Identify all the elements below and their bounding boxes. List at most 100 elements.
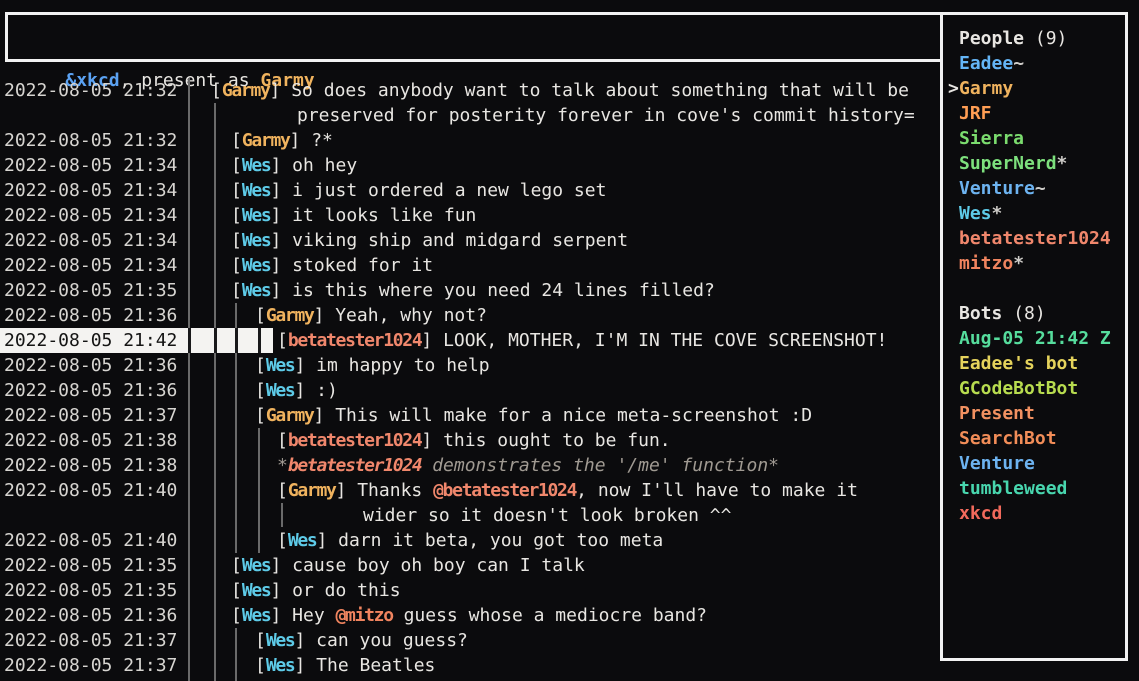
people-list-item[interactable]: JRF [943,101,1125,126]
people-section-label: People [959,28,1024,49]
nick-bracket: ] [316,530,338,551]
bots-section-label: Bots [959,303,1002,324]
action-text: demonstrates the '/me' function* [421,455,779,476]
nick: Wes [242,280,271,301]
chat-message-row[interactable]: 2022-08-05 21:37[Wes] The Beatles [0,653,940,678]
nick-bracket: [ [277,530,288,551]
member-name: Eadee [959,53,1013,74]
nick-bracket: [ [231,555,242,576]
timestamp: 2022-08-05 21:35 [4,553,177,578]
nick-bracket: ] [270,580,292,601]
message-text: Thanks [357,480,433,501]
bots-list-item[interactable]: xkcd [943,501,1125,526]
chat-message-row[interactable]: 2022-08-05 21:36[Wes] Hey @mitzo guess w… [0,603,940,628]
chat-log: 2022-08-05 21:32[Garmy] So does anybody … [0,0,940,681]
bots-list-item[interactable]: SearchBot [943,426,1125,451]
chat-message-row[interactable]: 2022-08-05 21:36[Garmy] Yeah, why not? [0,303,940,328]
chat-message-row[interactable]: 2022-08-05 21:37[Wes] can you guess? [0,628,940,653]
nick-bracket: ] [336,480,358,501]
nick-bracket: ] [270,280,292,301]
nick-bracket: [ [231,155,242,176]
chat-message-row[interactable]: 2022-08-05 21:35 [Wes] cause boy oh boy c… [0,553,940,578]
message-text: Hey [292,605,335,626]
nick: Garmy [266,305,314,326]
people-list-item[interactable]: Eadee~ [943,51,1125,76]
message-text: i just ordered a new lego set [292,180,606,201]
nick-bracket: ] [294,380,316,401]
message-body: [Garmy] ?* [231,128,333,153]
bots-list-item[interactable]: GCodeBotBot [943,376,1125,401]
chat-message-row[interactable]: 2022-08-05 21:38[betatester1024] this ou… [0,428,940,453]
message-body: *betatester1024 demonstrates the '/me' f… [277,453,779,478]
people-count: (9) [1024,28,1067,49]
chat-message-row[interactable]: 2022-08-05 21:40[Wes] darn it beta, you … [0,528,940,553]
member-name: Venture [959,178,1035,199]
message-body: [Garmy] Thanks @betatester1024, now I'll… [277,478,858,503]
nick-bracket: ] [270,205,292,226]
chat-message-row[interactable]: 2022-08-05 21:34[Wes] it looks like fun [0,203,940,228]
nick: Wes [242,580,271,601]
chat-message-row[interactable]: 2022-08-05 21:34[Wes] i just ordered a n… [0,178,940,203]
chat-message-row[interactable]: 2022-08-05 21:34[Wes] stoked for it [0,253,940,278]
nick-bracket: ] [270,555,292,576]
mention: @mitzo [336,605,393,626]
thread-guide-line [214,328,217,353]
nick: Garmy [288,480,336,501]
chat-continuation-row[interactable]: preserved for posterity forever in cove'… [0,103,940,128]
people-list-item[interactable]: Sierra [943,126,1125,151]
chat-action-row[interactable]: 2022-08-05 21:38*betatester1024 demonstr… [0,453,940,478]
nick: betatester1024 [288,430,422,451]
message-text: oh hey [292,155,357,176]
chat-message-row[interactable]: 2022-08-05 21:36[Wes] im happy to help [0,353,940,378]
people-list-item[interactable]: Venture~ [943,176,1125,201]
chat-message-row[interactable]: 2022-08-05 21:35[Wes] or do this [0,578,940,603]
chat-message-row[interactable]: 2022-08-05 21:34[Wes] oh hey [0,153,940,178]
bot-name: Aug-05 21:42 Z [959,328,1111,349]
people-list-item[interactable]: mitzo* [943,251,1125,276]
nick: Garmy [266,405,314,426]
bots-list-item[interactable]: tumbleweed [943,476,1125,501]
chat-message-row[interactable]: 2022-08-05 21:37[Garmy] This will make f… [0,403,940,428]
chat-continuation-row[interactable]: wider so it doesn't look broken ^^ [0,503,940,528]
bots-list-item[interactable]: Aug-05 21:42 Z [943,326,1125,351]
timestamp: 2022-08-05 21:40 [4,478,177,503]
bots-list-item[interactable]: Venture [943,451,1125,476]
people-list-item[interactable]: Wes* [943,201,1125,226]
chat-message-row[interactable]: 2022-08-05 21:36[Wes] :) [0,378,940,403]
message-text: The Beatles [316,655,435,676]
nick: Wes [266,380,295,401]
chat-message-row[interactable]: 2022-08-05 21:32[Garmy] So does anybody … [0,78,940,103]
timestamp: 2022-08-05 21:34 [4,178,177,203]
nick-bracket: [ [277,430,288,451]
nick-bracket: ] [270,180,292,201]
nick: Wes [242,555,271,576]
people-list-item[interactable]: >Garmy [943,76,1125,101]
people-list-item[interactable]: betatester1024 [943,226,1125,251]
chat-message-row[interactable]: 2022-08-05 21:42[betatester1024] LOOK, M… [0,328,940,353]
nick: Wes [242,180,271,201]
message-text: im happy to help [316,355,489,376]
nick: Wes [266,655,295,676]
timestamp: 2022-08-05 21:34 [4,253,177,278]
message-body: preserved for posterity forever in cove'… [297,103,915,128]
message-text: So does anybody want to talk about somet… [291,80,909,101]
people-list-item[interactable]: SuperNerd* [943,151,1125,176]
nick: Garmy [222,80,270,101]
nick-bracket: ] [290,130,312,151]
chat-message-row[interactable]: 2022-08-05 21:34[Wes] viking ship and mi… [0,228,940,253]
nick-bracket: ] [314,305,336,326]
chat-message-row[interactable]: 2022-08-05 21:35[Wes] is this where you … [0,278,940,303]
bots-list-item[interactable]: Eadee's bot [943,351,1125,376]
message-body: [Wes] is this where you need 24 lines fi… [231,278,715,303]
message-body: [Garmy] This will make for a nice meta-s… [255,403,812,428]
member-name: JRF [959,103,992,124]
nick-bracket: [ [231,130,242,151]
message-text: , now I'll have to make it [576,480,858,501]
message-body: [Wes] cause boy oh boy can I talk [231,553,585,578]
nick-bracket: ] [270,80,292,101]
bots-list-item[interactable]: Present [943,401,1125,426]
chat-message-row[interactable]: 2022-08-05 21:40 [Garmy] Thanks @betatest… [0,478,940,503]
chat-message-row[interactable]: 2022-08-05 21:32[Garmy] ?* [0,128,940,153]
nick-bracket: [ [255,380,266,401]
timestamp: 2022-08-05 21:34 [4,153,177,178]
